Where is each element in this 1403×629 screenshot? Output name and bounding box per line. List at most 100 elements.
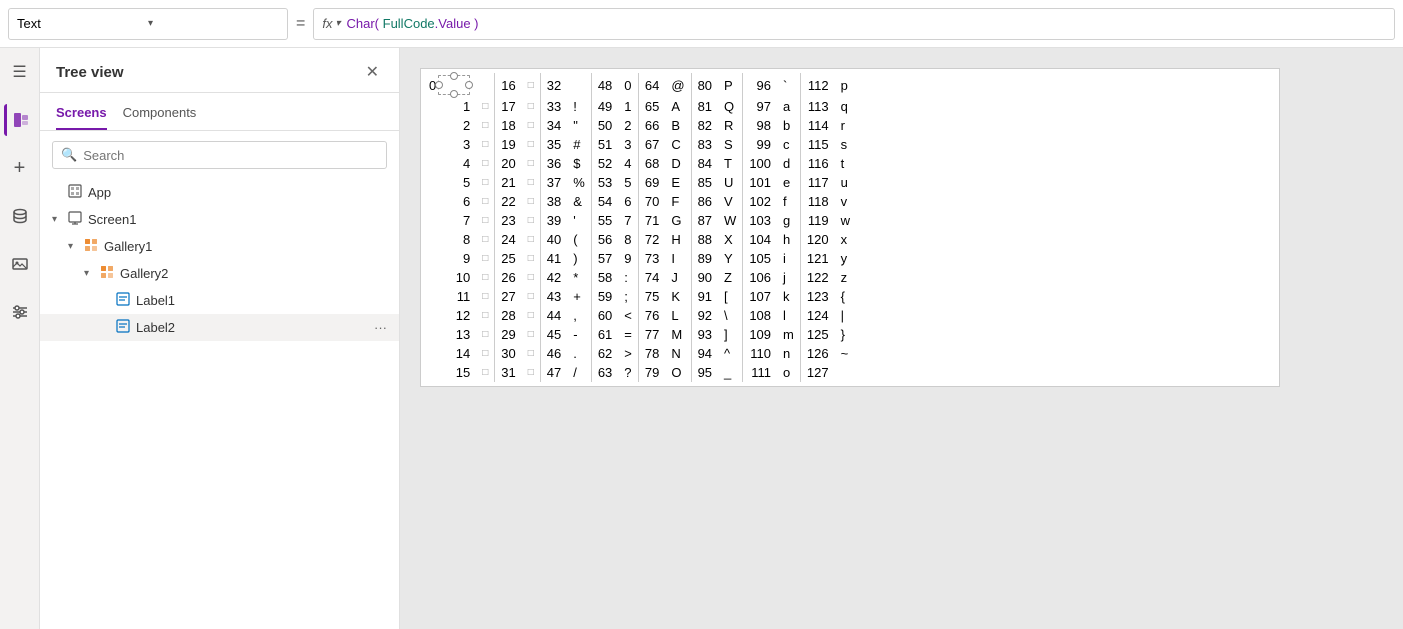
- ascii-num: 120: [800, 230, 834, 249]
- ascii-char: Q: [718, 97, 743, 116]
- ascii-num: 31: [495, 363, 522, 382]
- ascii-num: 91: [691, 287, 718, 306]
- ascii-num: 6: [425, 192, 476, 211]
- ascii-num: 41: [540, 249, 567, 268]
- ascii-char: □: [522, 97, 541, 116]
- ascii-char: i: [777, 249, 800, 268]
- ascii-num: 112: [800, 73, 834, 97]
- ascii-num: 69: [638, 173, 665, 192]
- ascii-table-container: 0 16□32 48064@80P96`112p1□17□33!49165A81…: [420, 68, 1280, 387]
- ascii-num: 37: [540, 173, 567, 192]
- ascii-num: 106: [743, 268, 777, 287]
- ascii-num: 55: [591, 211, 618, 230]
- ascii-char: l: [777, 306, 800, 325]
- ascii-char: -: [567, 325, 591, 344]
- ascii-char: :: [618, 268, 638, 287]
- ascii-char: [567, 73, 591, 97]
- formula-bar[interactable]: fx ▾ Char( FullCode.Value ): [313, 8, 1395, 40]
- ascii-num: 104: [743, 230, 777, 249]
- controls-icon[interactable]: [4, 296, 36, 328]
- gallery2-chevron: ▾: [84, 268, 100, 279]
- ascii-num: 79: [638, 363, 665, 382]
- ascii-char: □: [522, 363, 541, 382]
- ascii-char: □: [476, 287, 495, 306]
- ascii-num: 100: [743, 154, 777, 173]
- tree-item-label2[interactable]: Label2 ···: [40, 314, 399, 341]
- hamburger-icon[interactable]: ☰: [4, 56, 36, 88]
- media-icon[interactable]: [4, 248, 36, 280]
- tree-item-gallery1[interactable]: ▾ Gallery1: [40, 233, 399, 260]
- table-row: 6□22□38&54670F86V102f118v: [425, 192, 856, 211]
- tab-screens[interactable]: Screens: [56, 101, 107, 130]
- ascii-char: ?: [618, 363, 638, 382]
- tree-item-gallery2[interactable]: ▾ Gallery2: [40, 260, 399, 287]
- ascii-num: 13: [425, 325, 476, 344]
- ascii-char: □: [522, 154, 541, 173]
- ascii-num: 10: [425, 268, 476, 287]
- ascii-char: p: [835, 73, 856, 97]
- ascii-num: 88: [691, 230, 718, 249]
- ascii-char: A: [665, 97, 691, 116]
- ascii-char: k: [777, 287, 800, 306]
- ascii-num: 64: [638, 73, 665, 97]
- ascii-num: 101: [743, 173, 777, 192]
- ascii-num: 54: [591, 192, 618, 211]
- ascii-num: 38: [540, 192, 567, 211]
- ascii-char: P: [718, 73, 743, 97]
- tree-item-app[interactable]: App: [40, 179, 399, 206]
- ascii-num: 72: [638, 230, 665, 249]
- ascii-num: 44: [540, 306, 567, 325]
- ascii-num: 66: [638, 116, 665, 135]
- main-content: ☰ +: [0, 48, 1403, 629]
- ascii-char: x: [835, 230, 856, 249]
- ascii-num: 111: [743, 363, 777, 382]
- ascii-char: [476, 73, 495, 97]
- ascii-char: □: [476, 363, 495, 382]
- tree-close-button[interactable]: ✕: [362, 60, 383, 84]
- ascii-char: [835, 363, 856, 382]
- ascii-char: □: [476, 116, 495, 135]
- ascii-num: 52: [591, 154, 618, 173]
- add-icon[interactable]: +: [4, 152, 36, 184]
- screen1-label: Screen1: [88, 212, 387, 227]
- ascii-char: q: [835, 97, 856, 116]
- ascii-num: 59: [591, 287, 618, 306]
- ascii-char: s: [835, 135, 856, 154]
- ascii-num: 21: [495, 173, 522, 192]
- ascii-char: @: [665, 73, 691, 97]
- layers-icon[interactable]: [4, 104, 36, 136]
- ascii-char: ": [567, 116, 591, 135]
- ascii-char: t: [835, 154, 856, 173]
- search-box[interactable]: 🔍: [52, 141, 387, 169]
- search-input[interactable]: [83, 148, 378, 163]
- ascii-char: □: [476, 306, 495, 325]
- ascii-num: 17: [495, 97, 522, 116]
- tree-item-screen1[interactable]: ▾ Screen1: [40, 206, 399, 233]
- ascii-char: W: [718, 211, 743, 230]
- ascii-num: 113: [800, 97, 834, 116]
- ascii-num: 60: [591, 306, 618, 325]
- ascii-char: G: [665, 211, 691, 230]
- dropdown-label: Text: [17, 16, 148, 31]
- ascii-num: 27: [495, 287, 522, 306]
- ascii-char: }: [835, 325, 856, 344]
- tree-item-label1[interactable]: Label1: [40, 287, 399, 314]
- ascii-num: 105: [743, 249, 777, 268]
- ascii-num: 68: [638, 154, 665, 173]
- ascii-num: 30: [495, 344, 522, 363]
- ascii-char: □: [522, 135, 541, 154]
- gallery2-label: Gallery2: [120, 266, 387, 281]
- ascii-num: 26: [495, 268, 522, 287]
- database-icon[interactable]: [4, 200, 36, 232]
- ascii-char: h: [777, 230, 800, 249]
- tree-items: App ▾ Screen1 ▾: [40, 179, 399, 629]
- ascii-num: 97: [743, 97, 777, 116]
- label2-context-menu[interactable]: ···: [374, 320, 387, 335]
- table-row: 1□17□33!49165A81Q97a113q: [425, 97, 856, 116]
- ascii-char: □: [522, 268, 541, 287]
- ascii-char: _: [718, 363, 743, 382]
- ascii-char: ~: [835, 344, 856, 363]
- tab-components[interactable]: Components: [123, 101, 197, 130]
- ascii-num: 81: [691, 97, 718, 116]
- component-dropdown[interactable]: Text ▾: [8, 8, 288, 40]
